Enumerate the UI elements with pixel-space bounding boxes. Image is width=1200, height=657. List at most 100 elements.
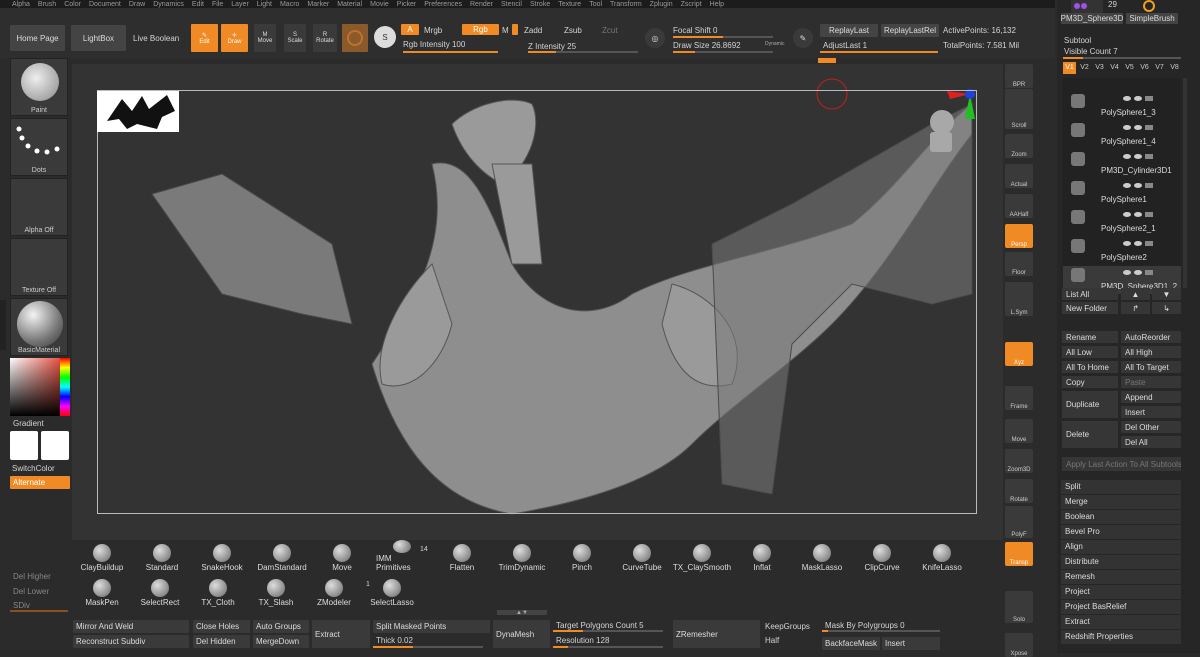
brush-move[interactable]: Move bbox=[316, 540, 368, 572]
rgb-intensity-track[interactable] bbox=[403, 51, 498, 53]
visibility-icon[interactable] bbox=[1123, 154, 1159, 160]
resolution-track[interactable] bbox=[553, 646, 663, 648]
shelf-bpr[interactable]: BPR bbox=[1005, 64, 1033, 88]
silhouette-thumbnail[interactable] bbox=[97, 91, 179, 132]
menu-zscript[interactable]: Zscript bbox=[681, 1, 702, 8]
append-button[interactable]: Append bbox=[1121, 391, 1181, 403]
all-high-button[interactable]: All High bbox=[1121, 346, 1181, 358]
edit-button[interactable]: ✎ Edit bbox=[191, 24, 218, 52]
rgb-intensity-slider[interactable]: Rgb Intensity 100 bbox=[403, 40, 465, 49]
brush-selectrect[interactable]: SelectRect bbox=[134, 575, 186, 607]
shelf-actual[interactable]: Actual bbox=[1005, 164, 1033, 188]
menu-material[interactable]: Material bbox=[337, 1, 362, 8]
sdiv-slider[interactable]: SDiv bbox=[13, 601, 30, 610]
alternate-button[interactable]: Alternate bbox=[10, 476, 70, 489]
brush-flatten[interactable]: Flatten bbox=[436, 540, 488, 572]
focal-icon[interactable]: ◎ bbox=[645, 28, 665, 48]
focal-shift-track[interactable] bbox=[673, 36, 773, 38]
brush-maskpen[interactable]: MaskPen bbox=[76, 575, 128, 607]
new-folder-button[interactable]: New Folder bbox=[1062, 302, 1118, 314]
replay-last-rel-button[interactable]: ReplayLastRel bbox=[881, 24, 939, 37]
menu-stroke[interactable]: Stroke bbox=[530, 1, 550, 8]
visible-count-slider[interactable]: Visible Count 7 bbox=[1064, 47, 1118, 56]
all-to-target-button[interactable]: All To Target bbox=[1121, 361, 1181, 373]
delete-button[interactable]: Delete bbox=[1062, 421, 1118, 448]
subtool-item[interactable]: PolySphere1_4 bbox=[1063, 121, 1181, 149]
version-tab-v2[interactable]: V2 bbox=[1078, 62, 1091, 74]
del-all-button[interactable]: Del All bbox=[1121, 436, 1181, 448]
close-holes-button[interactable]: Close Holes bbox=[193, 620, 250, 633]
brush-knifelasso[interactable]: KnifeLasso bbox=[916, 540, 968, 572]
version-tab-v4[interactable]: V4 bbox=[1108, 62, 1121, 74]
draw-size-slider[interactable]: Draw Size 26.8692 bbox=[673, 41, 741, 50]
switch-color-button[interactable]: SwitchColor bbox=[12, 464, 55, 473]
resolution-slider[interactable]: Resolution 128 bbox=[556, 636, 609, 645]
subtool-item[interactable]: PolySphere1 bbox=[1063, 179, 1181, 207]
menu-light[interactable]: Light bbox=[257, 1, 272, 8]
brush-snakehook[interactable]: SnakeHook bbox=[196, 540, 248, 572]
menu-macro[interactable]: Macro bbox=[280, 1, 299, 8]
dynamesh-button[interactable]: DynaMesh bbox=[493, 620, 550, 648]
del-other-button[interactable]: Del Other bbox=[1121, 421, 1181, 433]
menu-file[interactable]: File bbox=[212, 1, 223, 8]
rotate-button[interactable]: R Rotate bbox=[313, 24, 337, 52]
z-intensity-track[interactable] bbox=[528, 51, 638, 53]
z-intensity-slider[interactable]: Z Intensity 25 bbox=[528, 42, 576, 51]
subtool-header[interactable]: Subtool bbox=[1064, 36, 1091, 45]
visibility-icon[interactable] bbox=[1123, 183, 1159, 189]
mask-by-poly-slider[interactable]: Mask By Polygroups 0 bbox=[825, 621, 905, 630]
arrow-up-button[interactable]: ▲ bbox=[1121, 288, 1150, 300]
menu-preferences[interactable]: Preferences bbox=[424, 1, 462, 8]
replay-last-button[interactable]: ReplayLast bbox=[820, 24, 878, 37]
brush-inflat[interactable]: Inflat bbox=[736, 540, 788, 572]
menu-stencil[interactable]: Stencil bbox=[501, 1, 522, 8]
target-poly-track[interactable] bbox=[553, 630, 663, 632]
tool-thumbnail[interactable] bbox=[1071, 0, 1103, 13]
menu-picker[interactable]: Picker bbox=[397, 1, 416, 8]
thick-track[interactable] bbox=[373, 646, 483, 648]
menu-texture[interactable]: Texture bbox=[558, 1, 581, 8]
brush-tx-slash[interactable]: TX_Slash bbox=[250, 575, 302, 607]
version-tab-v6[interactable]: V6 bbox=[1138, 62, 1151, 74]
menu-project-basrelief[interactable]: Project BasRelief bbox=[1061, 600, 1181, 614]
merge-down-button[interactable]: MergeDown bbox=[253, 635, 309, 648]
shelf-floor[interactable]: Floor bbox=[1005, 252, 1033, 276]
visibility-icon[interactable] bbox=[1123, 270, 1159, 276]
menu-project[interactable]: Project bbox=[1061, 585, 1181, 599]
zadd-button[interactable]: Zadd bbox=[524, 26, 542, 35]
shelf-l-sym[interactable]: L.Sym bbox=[1005, 292, 1033, 316]
visibility-icon[interactable] bbox=[1123, 125, 1159, 131]
list-all-button[interactable]: List All bbox=[1062, 288, 1118, 300]
alpha-thumbnail[interactable]: Alpha Off bbox=[10, 178, 68, 236]
shelf-frame[interactable]: Frame bbox=[1005, 386, 1033, 410]
brush-clipcurve[interactable]: ClipCurve bbox=[856, 540, 908, 572]
draw-button[interactable]: ✛ Draw bbox=[221, 24, 248, 52]
subtool-item[interactable]: PolySphere2 bbox=[1063, 237, 1181, 265]
duplicate-button[interactable]: Duplicate bbox=[1062, 391, 1118, 418]
visibility-icon[interactable] bbox=[1123, 96, 1159, 102]
tray-handle[interactable] bbox=[818, 58, 836, 63]
visible-count-track[interactable] bbox=[1063, 57, 1181, 59]
shelf-aahalf[interactable]: AAHalf bbox=[1005, 194, 1033, 218]
menu-movie[interactable]: Movie bbox=[370, 1, 389, 8]
brush-thumbnail[interactable]: Paint bbox=[10, 58, 68, 116]
arrow-down-button[interactable]: ▼ bbox=[1152, 288, 1181, 300]
brush-zmodeler[interactable]: ZModeler bbox=[308, 575, 360, 607]
menu-dynamics[interactable]: Dynamics bbox=[153, 1, 184, 8]
shelf-zoom[interactable]: Zoom bbox=[1005, 134, 1033, 158]
menu-draw[interactable]: Draw bbox=[129, 1, 145, 8]
shelf-scroll[interactable]: Scroll bbox=[1005, 105, 1033, 129]
menu-merge[interactable]: Merge bbox=[1061, 495, 1181, 509]
brush-pinch[interactable]: Pinch bbox=[556, 540, 608, 572]
version-tab-v1[interactable]: V1 bbox=[1063, 62, 1076, 74]
sdiv-track[interactable] bbox=[10, 610, 68, 612]
menu-bevel-pro[interactable]: Bevel Pro bbox=[1061, 525, 1181, 539]
all-low-button[interactable]: All Low bbox=[1062, 346, 1118, 358]
stroke-icon[interactable]: S bbox=[374, 26, 396, 48]
paste-button[interactable]: Paste bbox=[1121, 376, 1181, 388]
menu-document[interactable]: Document bbox=[89, 1, 121, 8]
secondary-color-swatch[interactable] bbox=[41, 431, 69, 460]
del-lower-button[interactable]: Del Lower bbox=[13, 587, 49, 596]
dynamic-label[interactable]: Dynamic bbox=[765, 41, 784, 47]
draw-size-track[interactable] bbox=[673, 51, 773, 53]
